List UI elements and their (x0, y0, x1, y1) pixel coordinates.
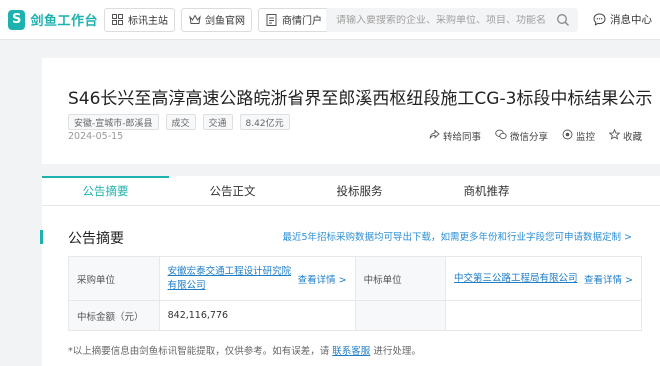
tab-full-text[interactable]: 公告正文 (169, 176, 296, 205)
search-input[interactable] (336, 14, 546, 26)
document-icon (265, 13, 278, 26)
notice-title: S46长兴至高淳高速公路皖浙省界至郎溪西枢纽段施工CG-3标段中标结果公示 (68, 89, 653, 109)
message-center-label: 消息中心 (610, 14, 652, 26)
buyer-detail-link[interactable]: 查看详情 > (298, 272, 347, 286)
section-accent-bar (40, 230, 43, 244)
buyer-cell: 安徽宏泰交通工程设计研究院有限公司 查看详情 > (158, 256, 356, 301)
chat-bubble-icon (593, 13, 606, 26)
winner-cell: 中交第三公路工程局有限公司 查看详情 > (445, 256, 642, 301)
monitor-icon (562, 129, 573, 143)
nav-button-business-portal[interactable]: 商情门户 (258, 7, 329, 32)
tag-region[interactable]: 安徽-宣城市-郎溪县 (68, 114, 159, 130)
tag-industry[interactable]: 交通 (202, 114, 233, 130)
nav-label: 剑鱼官网 (205, 16, 245, 27)
app-logo[interactable]: S 剑鱼工作台 (8, 9, 98, 30)
amount-value: 842,116,776 (158, 300, 356, 331)
tag-amount: 8.42亿元 (239, 114, 290, 130)
nav-button-official-site[interactable]: 剑鱼官网 (181, 7, 252, 32)
nav-button-main-site[interactable]: 标讯主站 (104, 7, 175, 32)
wechat-icon (495, 129, 507, 143)
data-export-link[interactable]: 最近5年招标采购数据均可导出下载，如需更多年份和行业字段您可申请数据定制 > (282, 229, 632, 243)
nav-label: 标讯主站 (128, 16, 168, 27)
winner-label: 中标单位 (354, 256, 447, 301)
favorite-button[interactable]: 收藏 (608, 128, 642, 143)
top-bar: S 剑鱼工作台 标讯主站 剑鱼官网 商情门户 消息中心 (0, 0, 660, 40)
notice-header-card: S46长兴至高淳高速公路皖浙省界至郎溪西枢纽段施工CG-3标段中标结果公示 安徽… (42, 58, 660, 164)
winner-detail-link[interactable]: 查看详情 > (584, 272, 633, 286)
amount-label: 中标金额（元） (68, 300, 160, 331)
tab-summary[interactable]: 公告摘要 (42, 176, 169, 205)
search-icon[interactable] (556, 13, 570, 27)
empty-label-cell (354, 300, 447, 331)
winner-link[interactable]: 中交第三公路工程局有限公司 (454, 272, 578, 286)
tab-opportunities[interactable]: 商机推荐 (423, 176, 550, 205)
grid-icon (111, 13, 124, 26)
table-row: 采购单位 安徽宏泰交通工程设计研究院有限公司 查看详情 > 中标单位 中交第三公… (68, 256, 642, 301)
search-box (326, 8, 578, 32)
app-name: 剑鱼工作台 (30, 14, 98, 29)
summary-table: 采购单位 安徽宏泰交通工程设计研究院有限公司 查看详情 > 中标单位 中交第三公… (68, 256, 642, 331)
buyer-link[interactable]: 安徽宏泰交通工程设计研究院有限公司 (168, 265, 293, 293)
publish-date: 2024-05-15 (68, 131, 124, 142)
buyer-label: 采购单位 (68, 256, 160, 301)
empty-value-cell (445, 300, 642, 331)
logo-mark-icon: S (8, 9, 26, 30)
action-label: 监控 (575, 132, 595, 143)
disclaimer-text-end: 进行处理。 (370, 346, 421, 357)
summary-card: 公告摘要 最近5年招标采购数据均可导出下载，如需更多年份和行业字段您可申请数据定… (40, 206, 660, 366)
action-label: 转给同事 (442, 132, 481, 143)
notice-tabs: 公告摘要 公告正文 投标服务 商机推荐 (42, 176, 660, 206)
crown-icon (188, 13, 201, 26)
contact-support-link[interactable]: 联系客服 (332, 346, 370, 357)
summary-title: 公告摘要 (68, 231, 124, 247)
action-label: 微信分享 (509, 132, 548, 143)
disclaimer: *以上摘要信息由剑鱼标讯智能提取，仅供参考。如有误差，请 联系客服 进行处理。 (68, 343, 421, 357)
tab-bid-service[interactable]: 投标服务 (296, 176, 423, 205)
nav-label: 商情门户 (282, 16, 322, 27)
share-icon (429, 129, 440, 143)
disclaimer-text: *以上摘要信息由剑鱼标讯智能提取，仅供参考。如有误差，请 (68, 346, 333, 357)
notice-tags: 安徽-宣城市-郎溪县 成交 交通 8.42亿元 (68, 114, 297, 130)
monitor-button[interactable]: 监控 (562, 129, 595, 143)
message-center-button[interactable]: 消息中心 (593, 12, 652, 27)
table-row: 中标金额（元） 842,116,776 (68, 300, 642, 331)
star-icon (608, 128, 621, 143)
notice-actions: 转给同事 微信分享 监控 收藏 (415, 128, 642, 143)
action-label: 收藏 (622, 132, 642, 143)
share-to-colleague-button[interactable]: 转给同事 (429, 129, 481, 143)
tag-status[interactable]: 成交 (165, 114, 196, 130)
wechat-share-button[interactable]: 微信分享 (495, 129, 548, 143)
